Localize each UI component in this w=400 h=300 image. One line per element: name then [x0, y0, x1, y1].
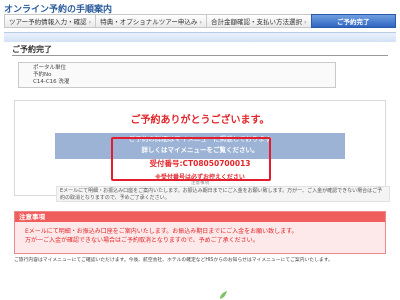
thanks-title: ご予約ありがとうございます。 [130, 115, 270, 126]
progress-steps: ツアー予約情報入力・確認 › 特典・オプショナルツアー申込み › 合計金額確認・支払… [4, 14, 396, 28]
step-label: 特典・オプショナルツアー申込み [100, 18, 198, 26]
step-label: ツアー予約情報入力・確認 [9, 18, 87, 26]
step-arrow-icon: › [199, 18, 202, 26]
caution-line: 万が一ご入金が確認できない場合はご予約取消となりますので、予めご了承ください。 [25, 237, 259, 244]
step-label: 合計金額確認・支払い方法選択 [210, 18, 302, 26]
highlight-frame [111, 137, 271, 181]
step-label: ご予約完了 [337, 18, 370, 26]
step-arrow-icon: › [88, 18, 92, 26]
tour-info-line: C14-C16 洗濯 [33, 79, 70, 85]
footer-text: ご旅行内容はマイメニューにてご確認いただけます。今後、航空会社、ホテルの確定など… [14, 258, 333, 263]
section-divider [12, 55, 388, 56]
tour-info-line: 予約No [33, 72, 52, 78]
section-title: ご予約完了 [12, 45, 52, 54]
email-note: Eメールにて明細・お振込み口座をご案内いたします。お振込み期日までにご入金をお願… [56, 186, 390, 202]
header-band [4, 32, 396, 42]
step-reservation-info: ツアー予約情報入力・確認 › [4, 14, 96, 28]
step-options: 特典・オプショナルツアー申込み › [95, 14, 206, 28]
step-payment: 合計金額確認・支払い方法選択 › [205, 14, 311, 28]
leaf-icon [220, 291, 227, 299]
step-complete: ご予約完了 [310, 14, 396, 28]
tour-info-box: ポータル単位 予約No C14-C16 洗濯 [18, 62, 336, 88]
step-arrow-icon: › [303, 18, 307, 26]
caution-title: 注意事項 [15, 212, 385, 222]
caution-line: Eメールにて明細・お振込み口座をご案内いたします。お振込み期日までにご入金をお願… [25, 228, 298, 235]
caution-box: 注意事項 Eメールにて明細・お振込み口座をご案内いたします。お振込み期日までにご… [14, 211, 386, 254]
caution-body: Eメールにて明細・お振込み口座をご案内いたします。お振込み期日までにご入金をお願… [15, 222, 385, 253]
tour-info-line: ポータル単位 [33, 65, 67, 71]
